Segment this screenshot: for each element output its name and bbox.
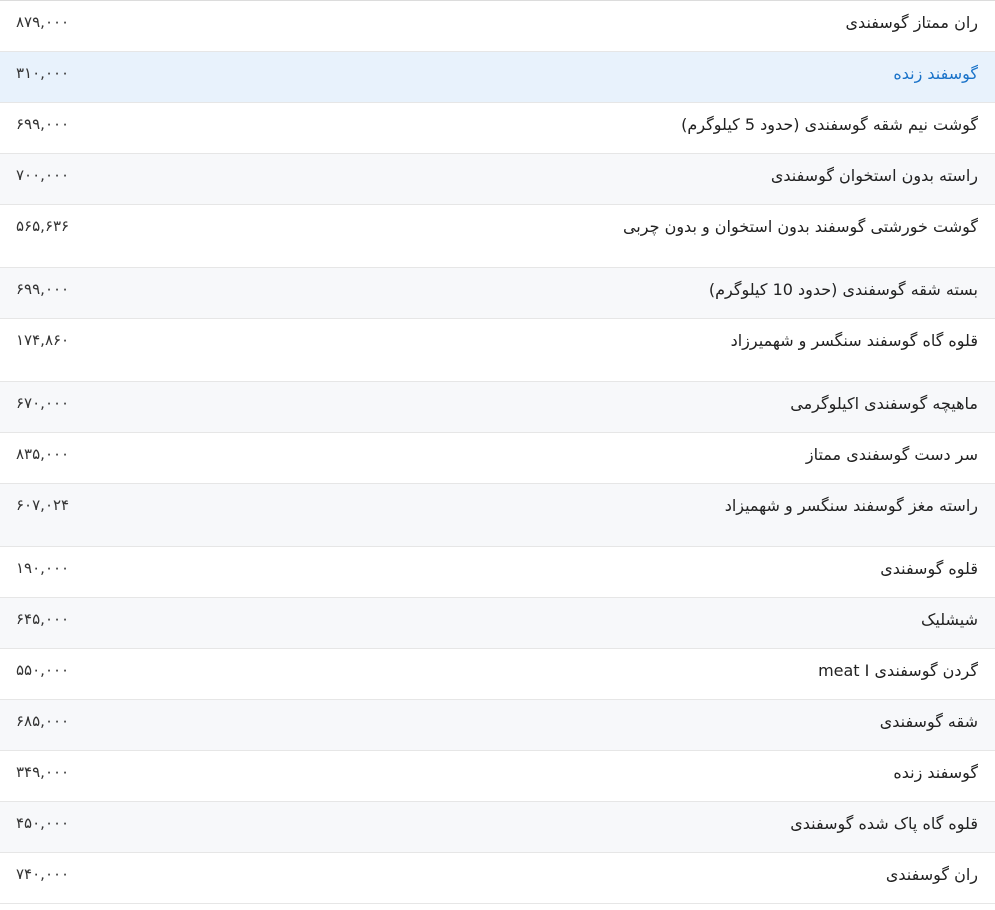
product-name-link[interactable]: ران ممتاز گوسفندی: [846, 1, 995, 32]
product-name-link[interactable]: گوسفند زنده: [893, 52, 995, 83]
table-row[interactable]: ۶۰۷,۰۲۴ راسته مغز گوسفند سنگسر و شهمیزاد: [0, 484, 995, 547]
table-row[interactable]: ۱۷۴,۸۶۰ قلوه گاه گوسفند سنگسر و شهمیرزاد: [0, 319, 995, 382]
price-cell: ۷۴۰,۰۰۰: [16, 865, 70, 883]
table-row[interactable]: ۶۸۵,۰۰۰ شقه گوسفندی: [0, 700, 995, 751]
table-row[interactable]: ۵۵۰,۰۰۰ گردن گوسفندی meat I: [0, 649, 995, 700]
product-name-link[interactable]: قلوه گوسفندی: [880, 547, 995, 578]
price-cell: ۳۱۰,۰۰۰: [16, 64, 70, 82]
price-cell: ۶۹۹,۰۰۰: [16, 115, 70, 133]
product-name-link[interactable]: گوسفند زنده: [893, 751, 995, 782]
price-cell: ۸۷۹,۰۰۰: [16, 13, 70, 31]
table-row[interactable]: ۸۳۵,۰۰۰ سر دست گوسفندی ممتاز: [0, 433, 995, 484]
table-row[interactable]: ۴۵۰,۰۰۰ قلوه گاه پاک شده گوسفندی: [0, 802, 995, 853]
product-name-link[interactable]: راسته مغز گوسفند سنگسر و شهمیزاد: [725, 484, 995, 515]
product-name-link[interactable]: ران گوسفندی: [886, 853, 995, 884]
table-row[interactable]: ۷۴۰,۰۰۰ ران گوسفندی: [0, 853, 995, 904]
price-cell: ۴۵۰,۰۰۰: [16, 814, 70, 832]
table-row[interactable]: ۶۴۵,۰۰۰ شیشلیک: [0, 598, 995, 649]
product-name-link[interactable]: سر دست گوسفندی ممتاز: [806, 433, 995, 464]
price-table: ۸۷۹,۰۰۰ ران ممتاز گوسفندی ۳۱۰,۰۰۰ گوسفند…: [0, 0, 995, 904]
table-row[interactable]: ۱۹۰,۰۰۰ قلوه گوسفندی: [0, 547, 995, 598]
price-cell: ۶۰۷,۰۲۴: [16, 496, 70, 514]
table-row[interactable]: ۳۴۹,۰۰۰ گوسفند زنده: [0, 751, 995, 802]
table-row[interactable]: ۵۶۵,۶۳۶ گوشت خورشتی گوسفند بدون استخوان …: [0, 205, 995, 268]
product-name-link[interactable]: قلوه گاه گوسفند سنگسر و شهمیرزاد: [731, 319, 995, 350]
table-row-highlighted[interactable]: ۳۱۰,۰۰۰ گوسفند زنده: [0, 52, 995, 103]
table-row[interactable]: ۸۷۹,۰۰۰ ران ممتاز گوسفندی: [0, 1, 995, 52]
price-cell: ۶۸۵,۰۰۰: [16, 712, 70, 730]
product-name-link[interactable]: شقه گوسفندی: [880, 700, 995, 731]
table-row[interactable]: ۶۷۰,۰۰۰ ماهیچه گوسفندی اکیلوگرمی: [0, 382, 995, 433]
table-row[interactable]: ۷۰۰,۰۰۰ راسته بدون استخوان گوسفندی: [0, 154, 995, 205]
product-name-link[interactable]: بسته شقه گوسفندی (حدود 10 کیلوگرم): [709, 268, 995, 299]
price-cell: ۳۴۹,۰۰۰: [16, 763, 70, 781]
price-cell: ۵۵۰,۰۰۰: [16, 661, 70, 679]
price-cell: ۸۳۵,۰۰۰: [16, 445, 70, 463]
product-name-link[interactable]: قلوه گاه پاک شده گوسفندی: [790, 802, 995, 833]
table-row[interactable]: ۶۹۹,۰۰۰ بسته شقه گوسفندی (حدود 10 کیلوگر…: [0, 268, 995, 319]
product-name-link[interactable]: گردن گوسفندی meat I: [818, 649, 995, 680]
price-cell: ۱۷۴,۸۶۰: [16, 331, 70, 349]
price-cell: ۶۹۹,۰۰۰: [16, 280, 70, 298]
product-name-link[interactable]: ماهیچه گوسفندی اکیلوگرمی: [790, 382, 995, 413]
product-name-link[interactable]: شیشلیک: [921, 598, 995, 629]
price-cell: ۱۹۰,۰۰۰: [16, 559, 70, 577]
product-name-link[interactable]: راسته بدون استخوان گوسفندی: [771, 154, 995, 185]
product-name-link[interactable]: گوشت نیم شقه گوسفندی (حدود 5 کیلوگرم): [681, 103, 995, 134]
price-cell: ۵۶۵,۶۳۶: [16, 217, 70, 235]
product-name-link[interactable]: گوشت خورشتی گوسفند بدون استخوان و بدون چ…: [623, 205, 995, 236]
price-cell: ۷۰۰,۰۰۰: [16, 166, 70, 184]
price-cell: ۶۴۵,۰۰۰: [16, 610, 70, 628]
price-cell: ۶۷۰,۰۰۰: [16, 394, 70, 412]
table-row[interactable]: ۶۹۹,۰۰۰ گوشت نیم شقه گوسفندی (حدود 5 کیل…: [0, 103, 995, 154]
